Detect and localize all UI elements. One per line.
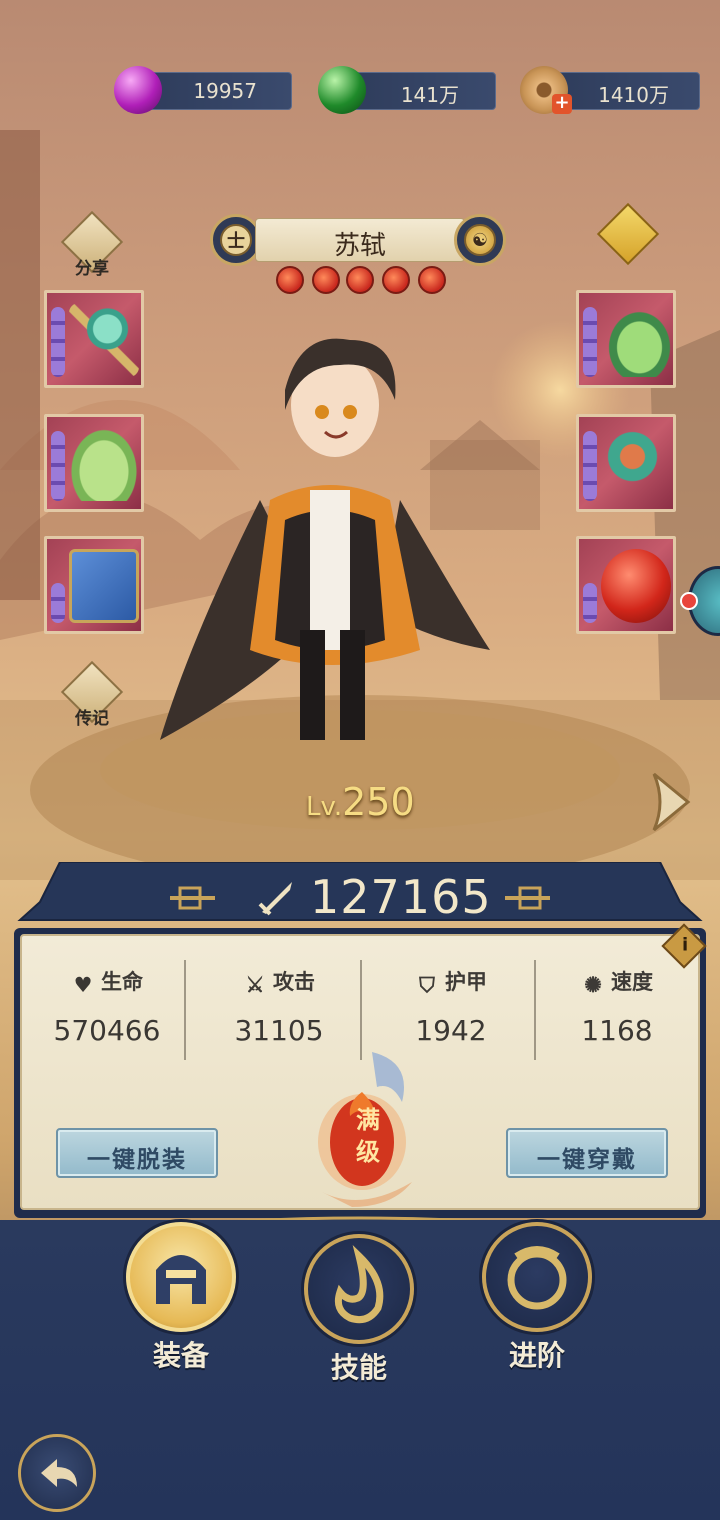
star-icon	[312, 266, 340, 294]
robe-icon	[69, 427, 139, 501]
stat-speed: ✺ 速度 1168	[532, 966, 702, 1047]
unequip-all-label: 一键脱装	[87, 1146, 187, 1173]
tab-advance-label[interactable]: 进阶	[482, 1334, 592, 1374]
biography-label: 传记	[75, 709, 109, 729]
shield-icon: ⛉	[419, 972, 435, 997]
jade-value: 141万	[400, 83, 459, 107]
chain-icon	[583, 583, 597, 623]
stats-panel-inner: ♥ 生命 570466 ⚔ 攻击 31105 ⛉ 护甲 1942 ✺ 速度 1168 一…	[20, 934, 700, 1210]
share-label: 分享	[75, 259, 109, 279]
star-icon	[382, 266, 410, 294]
stat-attack: ⚔ 攻击 31105	[194, 966, 364, 1047]
lock-button[interactable]	[594, 202, 662, 274]
armor-label: 护甲	[445, 969, 487, 994]
tab-equipment[interactable]	[126, 1222, 236, 1332]
equip-slot-ornament[interactable]	[576, 414, 676, 512]
hero-name: 苏轼	[333, 231, 386, 261]
level-value: 250	[342, 780, 415, 824]
stat-hp: ♥ 生命 570466	[22, 966, 192, 1047]
class-glyph: 士	[220, 224, 252, 256]
equip-slot-boots[interactable]	[576, 290, 676, 388]
hp-value: 570466	[53, 1014, 161, 1047]
sword-power-icon	[258, 882, 292, 916]
stat-armor: ⛉ 护甲 1942	[366, 966, 536, 1047]
notification-dot	[680, 592, 698, 610]
stat-divider	[184, 960, 186, 1060]
equip-slot-weapon[interactable]	[44, 290, 144, 388]
share-button[interactable]: 分享	[58, 210, 126, 282]
coins-value: 1410万	[598, 83, 669, 107]
hero-character	[160, 338, 490, 740]
hero-level: Lv.250	[306, 780, 415, 824]
hero-name-plate: 苏轼	[255, 218, 465, 262]
back-button[interactable]	[18, 1434, 96, 1512]
wand-icon	[69, 303, 139, 377]
ornament-icon	[601, 427, 671, 501]
helmet-icon	[156, 1255, 206, 1304]
heart-icon: ♥	[73, 972, 93, 997]
chain-icon	[583, 431, 597, 501]
add-coins-icon[interactable]: +	[552, 94, 572, 114]
biography-button[interactable]: 传记	[58, 660, 126, 732]
equip-slot-robe[interactable]	[44, 414, 144, 512]
next-hero-arrow-icon[interactable]	[648, 770, 692, 834]
equip-all-button[interactable]: 一键穿戴	[506, 1128, 668, 1178]
hp-label: 生命	[101, 969, 143, 994]
purple-gem-icon	[114, 66, 162, 114]
speed-label: 速度	[611, 969, 653, 994]
chain-icon	[583, 307, 597, 377]
equip-all-label: 一键穿戴	[537, 1146, 637, 1173]
chain-icon	[51, 583, 65, 623]
combat-power-value: 127165	[310, 870, 492, 924]
resource-bar-gems[interactable]: 19957	[148, 72, 292, 110]
green-jade-icon	[318, 66, 366, 114]
equip-slot-orb[interactable]	[576, 536, 676, 634]
stats-panel: ♥ 生命 570466 ⚔ 攻击 31105 ⛉ 护甲 1942 ✺ 速度 1168 一…	[14, 928, 706, 1218]
star-icon	[276, 266, 304, 294]
chain-icon	[51, 307, 65, 377]
swirl-icon: ✺	[584, 972, 602, 997]
chain-icon	[51, 431, 65, 501]
resource-bar-coins[interactable]: 1410万	[556, 72, 700, 110]
gems-value: 19957	[193, 79, 257, 103]
level-prefix: Lv.	[306, 792, 343, 822]
speed-value: 1168	[581, 1014, 653, 1047]
lock-icon	[596, 202, 660, 266]
star-icon	[418, 266, 446, 294]
star-icon	[346, 266, 374, 294]
element-badge: ☯	[454, 214, 506, 266]
equip-slot-book[interactable]	[44, 536, 144, 634]
back-arrow-icon	[41, 1459, 77, 1487]
tab-skills-label[interactable]: 技能	[304, 1346, 414, 1386]
info-icon: i	[681, 934, 689, 956]
red-jade-orb-icon	[601, 549, 671, 623]
crossed-swords-icon: ⚔	[245, 972, 265, 997]
tab-advance[interactable]	[482, 1222, 592, 1332]
tab-equipment-label[interactable]: 装备	[126, 1334, 236, 1374]
dragon-coin-icon	[507, 1246, 567, 1310]
atk-label: 攻击	[273, 969, 315, 994]
flame-swirl-icon	[334, 1245, 384, 1324]
tab-skills[interactable]	[304, 1234, 414, 1344]
resource-bar-jade[interactable]: 141万	[352, 72, 496, 110]
boots-icon	[601, 303, 671, 377]
max-level-badge: 满级	[356, 1105, 380, 1166]
book-icon	[69, 549, 139, 623]
unequip-all-button[interactable]: 一键脱装	[56, 1128, 218, 1178]
yin-yang-icon: ☯	[464, 224, 496, 256]
